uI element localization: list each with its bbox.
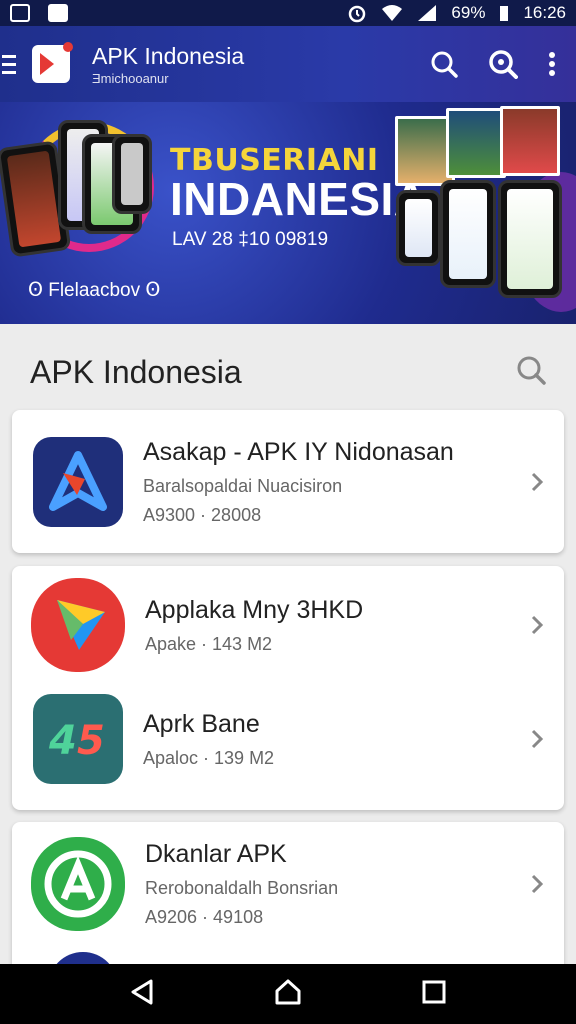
home-button[interactable] [274, 978, 302, 1011]
banner-thumb-2 [446, 108, 506, 178]
back-button[interactable] [129, 978, 155, 1011]
banner-thumb-3 [500, 106, 560, 176]
app-subtitle: Baralsopaldai Nuacisiron [143, 475, 343, 496]
play-store-icon [31, 578, 125, 672]
ab-logo-icon: 45 [33, 694, 123, 784]
app-card: Dkanlar APK Rerobonaldalh Bonsrian A9206… [12, 822, 564, 982]
section-header: APK Indonesia [12, 334, 564, 410]
app-list-section: APK Indonesia Asakap - APK IY Nidonasan … [12, 334, 564, 982]
app-card: Asakap - APK IY Nidonasan Baralsopaldai … [12, 410, 564, 553]
banner-date: LAV 28 ‡10 09819 [172, 229, 329, 250]
banner-phone-small-1 [396, 190, 441, 266]
app-title: Asakap - APK IY Nidonasan [143, 437, 454, 466]
banner-phone-right [112, 134, 152, 214]
more-vert-icon [549, 52, 555, 76]
list-item[interactable]: Applaka Mny 3HKD Apake · 143 M2 [12, 570, 564, 680]
app-meta: A9300 · 28008 [143, 504, 262, 525]
battery-icon [500, 6, 509, 21]
notification-icon [10, 4, 30, 22]
chevron-right-icon [531, 729, 544, 749]
more-button[interactable] [548, 51, 556, 77]
alarm-icon [349, 5, 366, 23]
banner-footer: Ꙩ Flelaacbov Ꙩ [28, 280, 161, 301]
search-button[interactable] [430, 50, 458, 78]
app-meta: A9206 · 49108 [145, 907, 264, 927]
signal-icon [418, 5, 437, 21]
chevron-right-icon [531, 615, 544, 635]
a-circle-icon [31, 837, 125, 931]
banner-headline: INDANESIA [170, 173, 428, 225]
app-title: Aprk Bane [143, 709, 260, 738]
chevron-right-icon [531, 472, 544, 491]
search-icon [431, 51, 458, 78]
clock: 16:26 [523, 3, 566, 22]
wifi-icon [382, 5, 403, 21]
app-bar: APK Indonesia Ǝmichooanur [0, 26, 576, 102]
list-item[interactable]: Dkanlar APK Rerobonaldalh Bonsrian A9206… [12, 822, 564, 946]
search-alt-button[interactable] [488, 49, 518, 79]
app-logo [32, 42, 73, 83]
battery-level: 69% [451, 3, 486, 22]
app-subtitle: Apaloc · 139 M2 [143, 747, 275, 768]
arrow-a-icon [33, 436, 123, 527]
app-title: APK Indonesia [92, 42, 245, 69]
section-title: APK Indonesia [30, 353, 242, 390]
status-bar: 69% 16:26 [0, 0, 576, 26]
svg-text:5: 5 [77, 718, 105, 764]
app-title: Dkanlar APK [145, 840, 287, 868]
chevron-right-icon [531, 874, 544, 894]
list-item[interactable]: Asakap - APK IY Nidonasan Baralsopaldai … [12, 410, 564, 553]
banner-phone-small-2 [440, 180, 496, 288]
svg-text:4: 4 [48, 718, 77, 764]
app-subtitle: Apake · 143 M2 [145, 633, 273, 654]
app-subtitle: Rerobonaldalh Bonsrian [145, 878, 339, 898]
recents-button[interactable] [421, 979, 447, 1010]
app-title: Applaka Mny 3HKD [145, 595, 364, 624]
image-notification-icon [48, 4, 68, 22]
search-icon [517, 356, 546, 385]
menu-icon[interactable] [2, 54, 24, 74]
section-search-button[interactable] [516, 355, 546, 390]
search-alt-icon [489, 50, 518, 79]
promo-banner[interactable]: TBUSERIANI INDANESIA LAV 28 ‡10 09819 Ꙩ … [0, 102, 576, 324]
system-nav-bar [0, 964, 576, 1024]
app-card: Applaka Mny 3HKD Apake · 143 M2 45 Aprk … [12, 566, 564, 810]
home-icon [275, 979, 301, 1004]
banner-phone-small-3 [498, 180, 562, 298]
list-item[interactable]: 45 Aprk Bane Apaloc · 139 M2 [12, 680, 564, 798]
back-icon [131, 979, 153, 1004]
recents-icon [422, 980, 446, 1003]
app-subtitle: Ǝmichooanur [92, 70, 169, 86]
